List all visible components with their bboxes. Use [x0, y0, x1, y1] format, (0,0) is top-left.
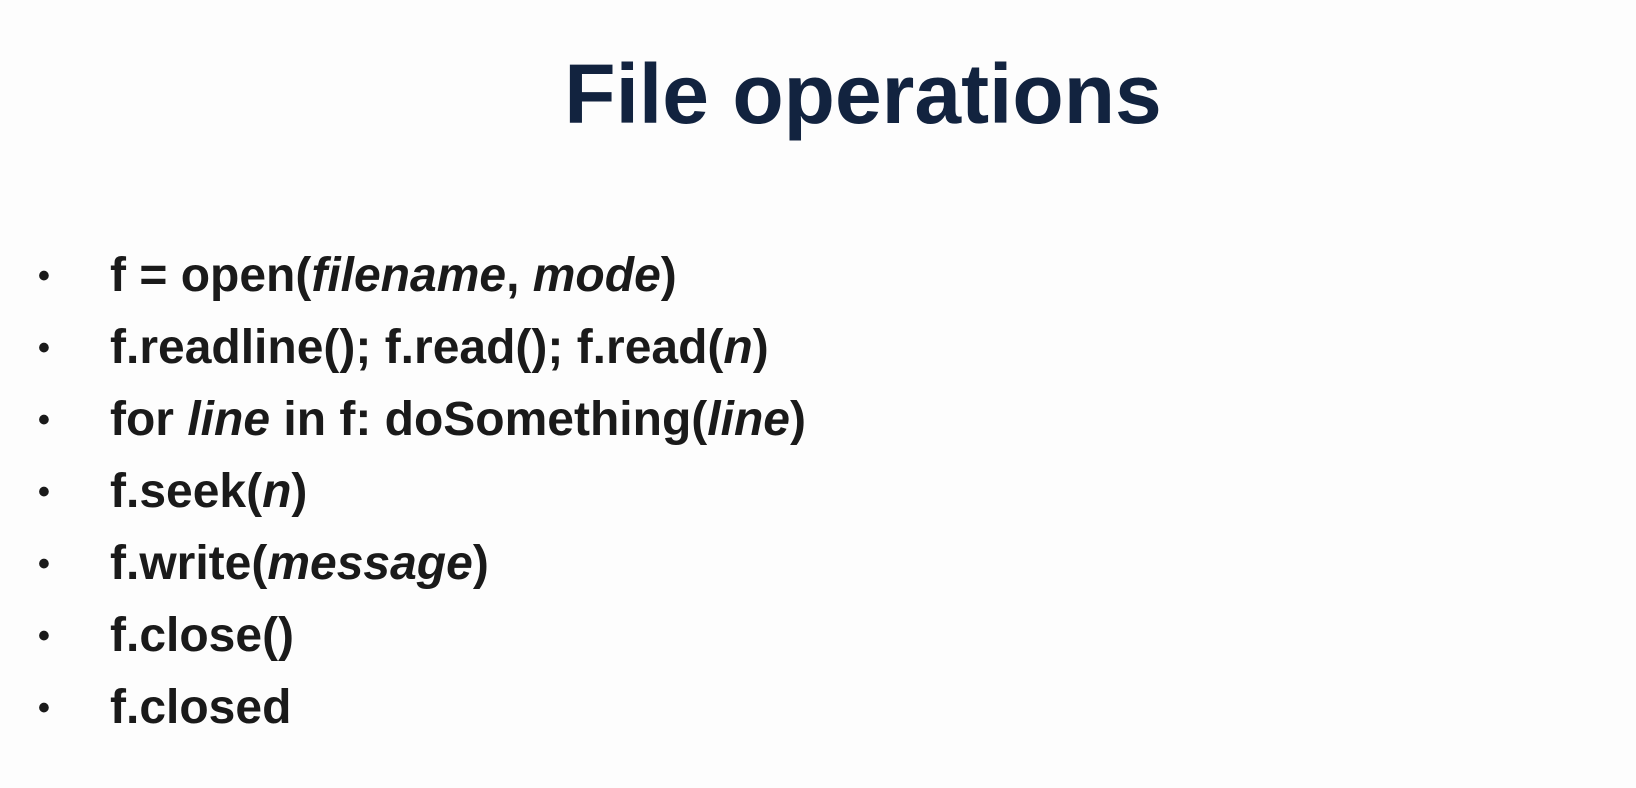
bullet-text-italic: message [267, 537, 473, 590]
bullet-text-segment: for [110, 393, 188, 446]
bullet-dot-icon: • [38, 689, 50, 727]
bullet-text-segment: f.closed [110, 681, 292, 734]
slide: File operations • f = open(filename, mode… [0, 0, 1636, 788]
bullet-text-italic: line [707, 393, 790, 446]
bullet-text-segment: f.readline(); f.read(); f.read( [110, 321, 724, 374]
bullet-text-segment: in f: doSomething( [270, 393, 708, 446]
bullet-text-segment: ) [789, 393, 806, 446]
bullet-text-segment: ) [752, 321, 769, 374]
bullet-dot-icon: • [38, 617, 50, 655]
bullet-text: f.readline(); f.read(); f.read(n) [110, 312, 769, 384]
bullet-text-italic: n [723, 321, 753, 374]
slide-title: File operations [564, 47, 1162, 141]
bullet-dot-icon: • [38, 545, 50, 583]
bullet-text-italic: line [187, 393, 271, 446]
bullet-text: f.close() [110, 600, 294, 672]
bullet-text-segment: f.seek( [110, 465, 263, 518]
bullet-dot-icon: • [38, 401, 50, 439]
bullet-dot-icon: • [38, 329, 50, 367]
bullet-text: f.write(message) [110, 528, 489, 600]
bullet-text: f.seek(n) [110, 456, 307, 528]
bullet-text-segment: ) [291, 465, 308, 518]
bullet-text-segment: ) [472, 537, 489, 590]
bullet-text-italic: filename [311, 249, 507, 302]
bullet-dot-icon: • [38, 473, 50, 511]
bullet-text: for line in f: doSomething(line) [110, 384, 806, 456]
bullet-text: f = open(filename, mode) [110, 240, 677, 312]
bullet-text-italic: mode [532, 249, 661, 302]
bullet-text-segment: f = open( [110, 249, 312, 302]
bullet-text-segment: f.close() [110, 609, 295, 662]
bullet-dot-icon: • [38, 257, 50, 295]
bullet-text-segment: , [506, 249, 533, 302]
bullet-text: f.closed [110, 672, 291, 744]
bullet-text-italic: n [262, 465, 292, 518]
bullet-text-segment: ) [660, 249, 677, 302]
bullet-text-segment: f.write( [110, 537, 268, 590]
